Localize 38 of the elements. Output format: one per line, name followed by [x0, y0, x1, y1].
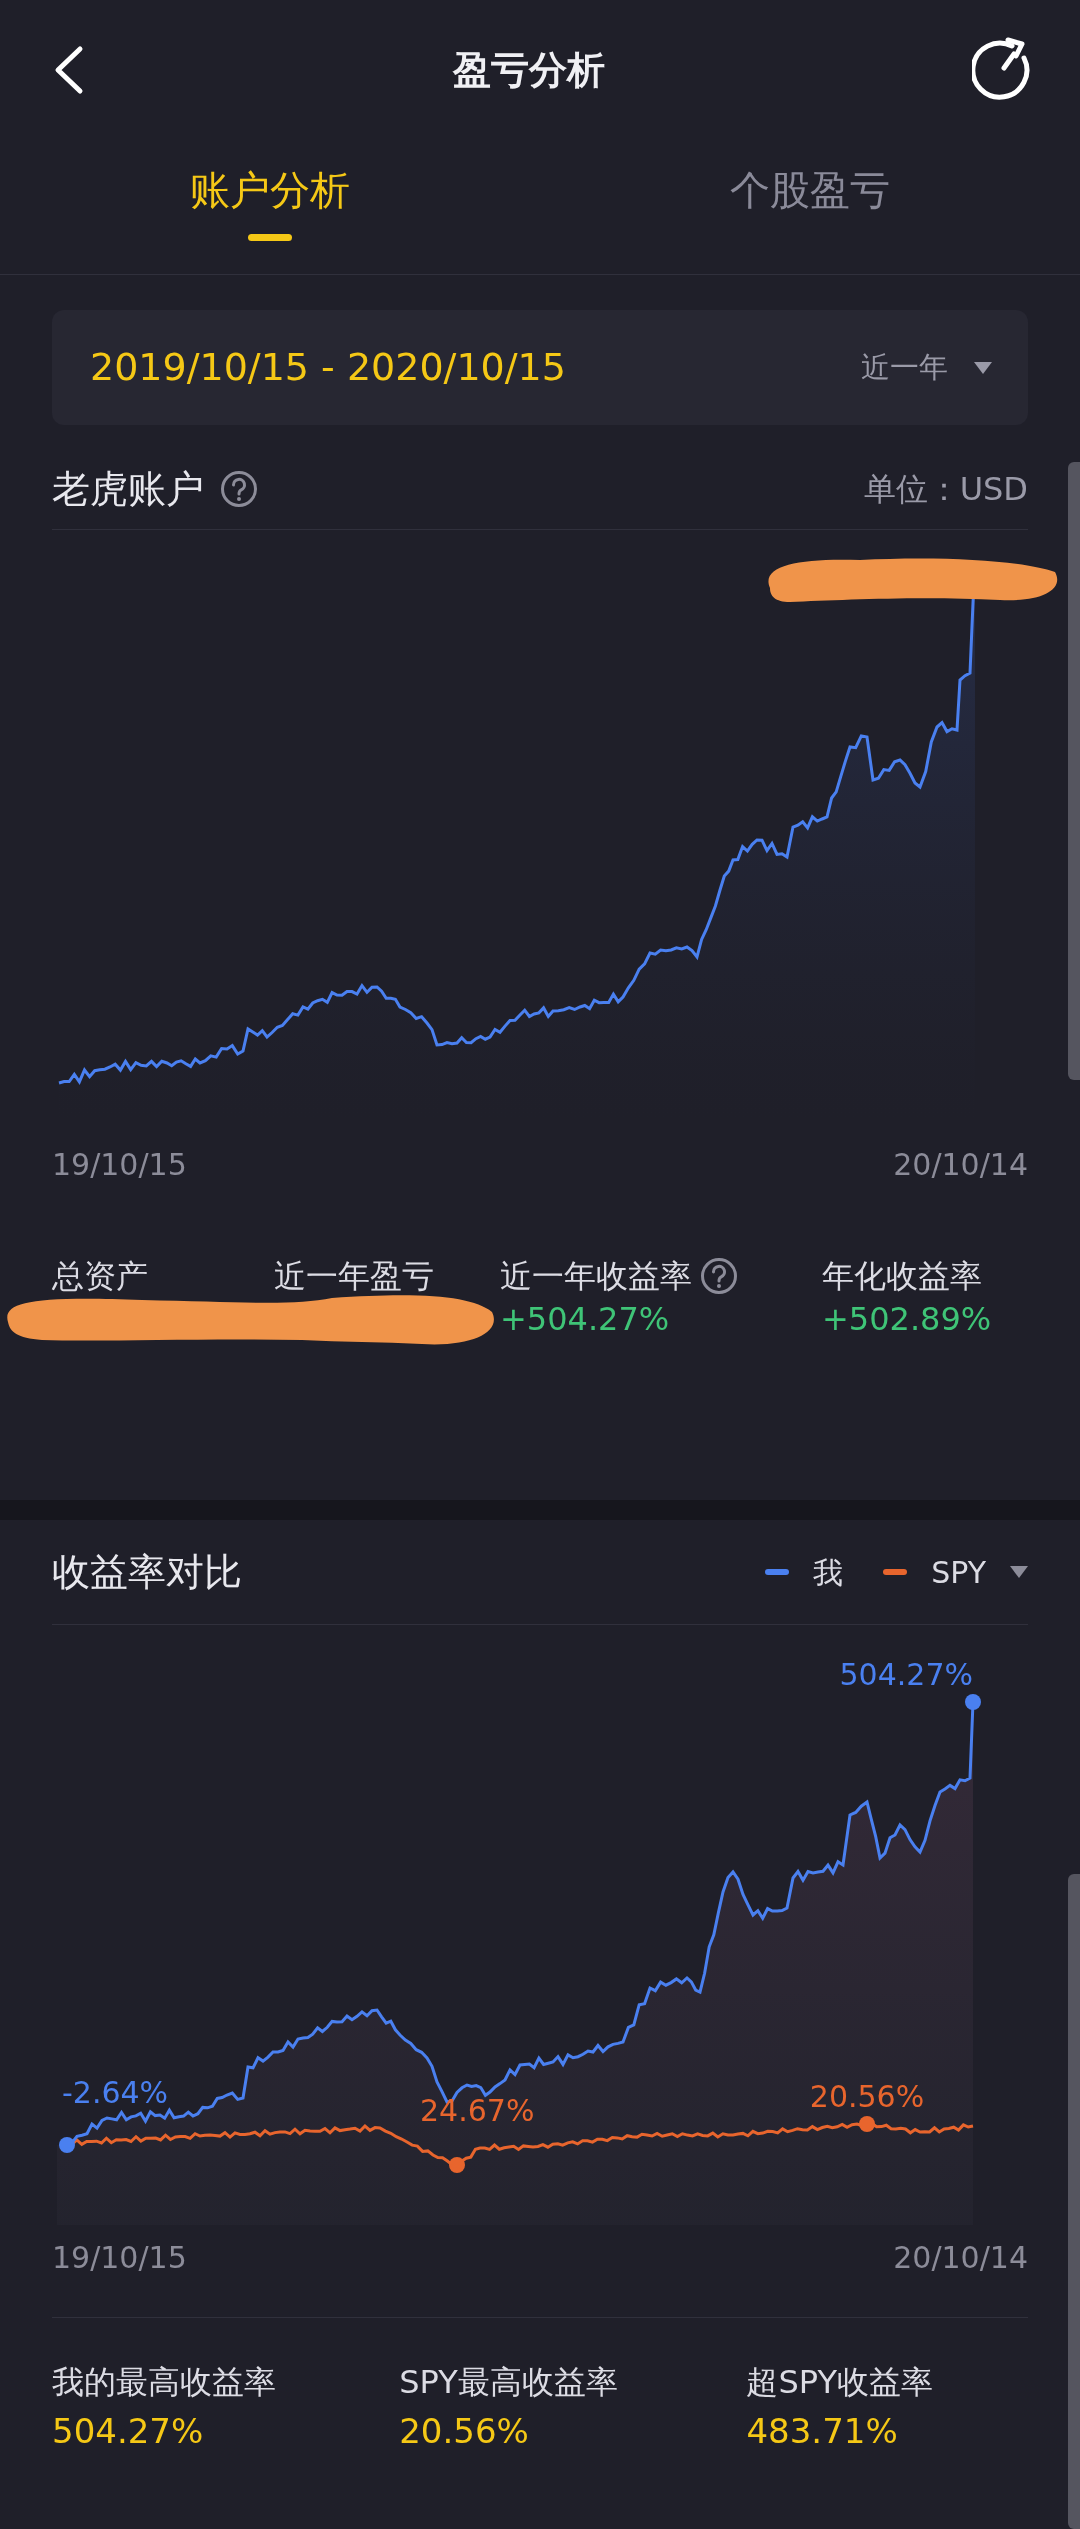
page-title: 盈亏分析 — [453, 46, 605, 94]
help-icon[interactable] — [700, 1257, 738, 1295]
axis-label: 19/10/15 — [52, 2239, 187, 2277]
axis-label: 19/10/15 — [52, 1146, 187, 1184]
period-dropdown[interactable]: 近一年 — [861, 345, 992, 390]
stat-label: SPY最高收益率 — [399, 2362, 619, 2403]
stat-label: 近一年收益率 — [500, 1256, 692, 1297]
point-label: 20.56% — [809, 2079, 925, 2114]
section-title: 收益率对比 — [52, 1548, 242, 1596]
stat-value: 504.27% — [52, 2410, 205, 2453]
axis-label: 20/10/14 — [893, 2239, 1028, 2277]
help-icon[interactable] — [220, 470, 258, 508]
scrollbar[interactable] — [1068, 462, 1080, 1080]
stat-label: 总资产 — [52, 1256, 148, 1297]
legend-label: SPY — [931, 1553, 986, 1592]
point-label: -2.64% — [62, 2075, 169, 2110]
legend-swatch — [765, 1569, 790, 1575]
caret-icon[interactable] — [1010, 1566, 1028, 1578]
stat-value: 20.56% — [399, 2410, 530, 2453]
date-range: 2019/10/15 - 2020/10/15 — [90, 344, 566, 391]
point-label: 24.67% — [420, 2093, 535, 2128]
caret-icon — [974, 361, 992, 374]
stat-label: 近一年盈亏 — [274, 1256, 434, 1297]
scrollbar[interactable] — [1068, 1874, 1080, 2529]
axis-label: 20/10/14 — [893, 1146, 1028, 1184]
stat-value: 483.71% — [746, 2410, 899, 2453]
point-label: 504.27% — [839, 1657, 973, 1692]
stat-label: 超SPY收益率 — [746, 2362, 934, 2403]
tab[interactable]: 账户分析 — [190, 140, 350, 274]
section-title: 老虎账户 — [52, 465, 204, 513]
legend-label: 我 — [813, 1553, 844, 1592]
stat-value: +502.89% — [822, 1300, 993, 1339]
legend-swatch — [883, 1569, 908, 1575]
stat-label: 年化收益率 — [822, 1256, 982, 1297]
unit-label: 单位：USD — [863, 469, 1028, 510]
stat-label: 我的最高收益率 — [52, 2362, 277, 2403]
tab[interactable]: 个股盈亏 — [730, 140, 890, 274]
stat-value: +504.27% — [500, 1300, 671, 1339]
